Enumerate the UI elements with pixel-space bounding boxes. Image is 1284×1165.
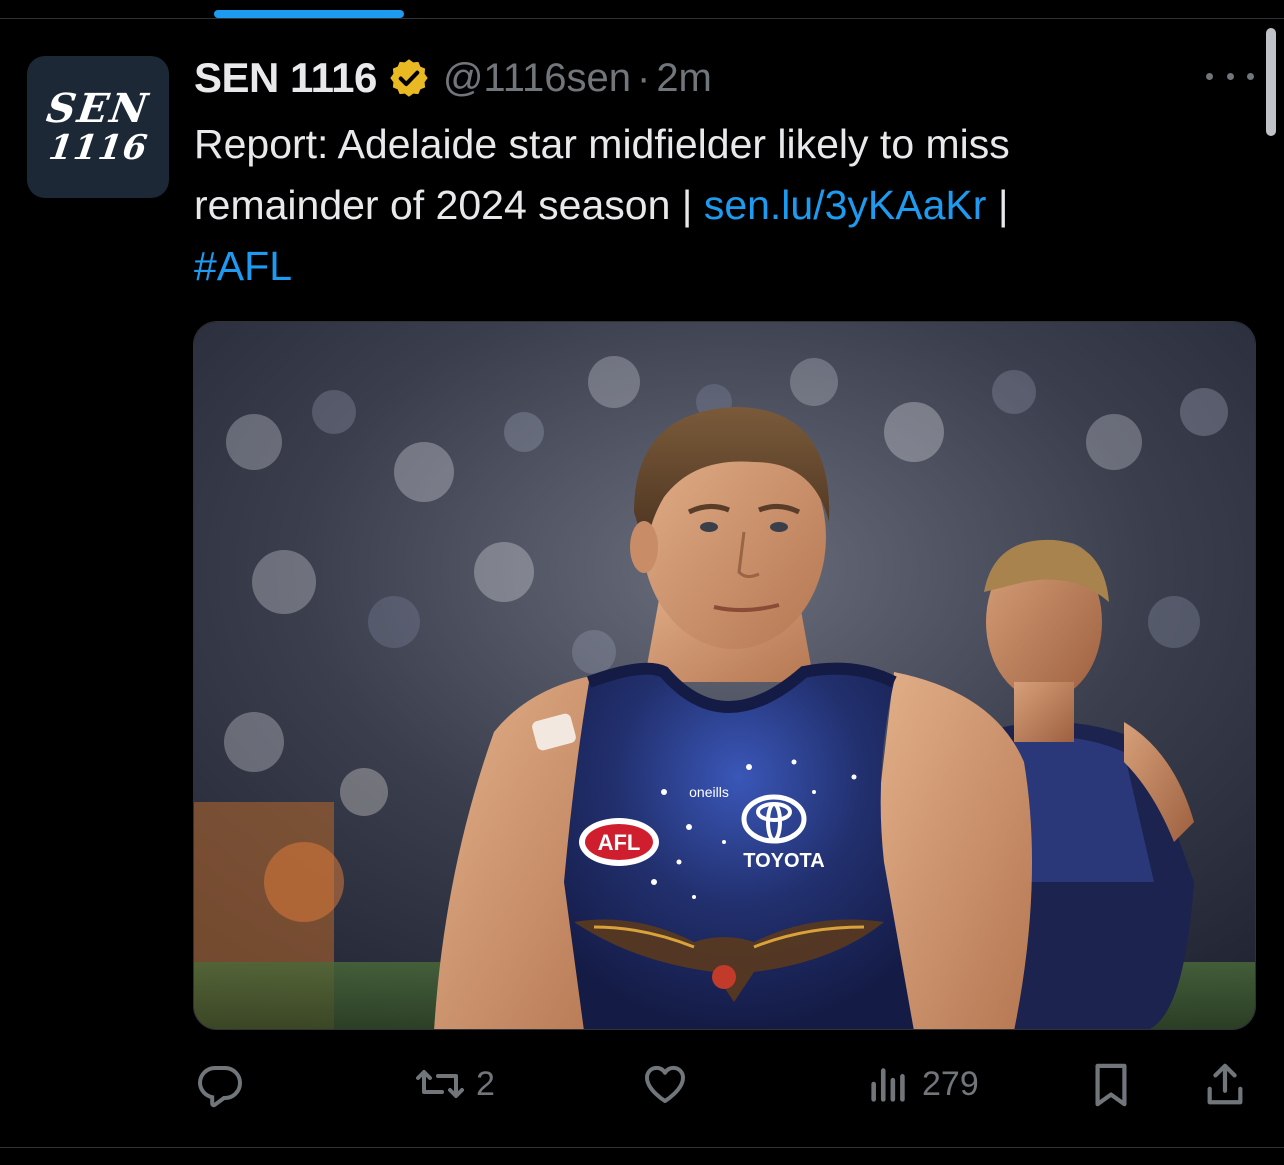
tweet-link[interactable]: sen.lu/3yKAaKr — [704, 182, 987, 228]
tab-indicator — [214, 10, 404, 18]
verified-badge-icon[interactable] — [387, 56, 431, 100]
avatar[interactable]: SEN 1116 — [27, 56, 169, 198]
tweet-text: Report: Adelaide star midfielder likely … — [194, 114, 1194, 297]
more-options-icon[interactable] — [1206, 62, 1254, 90]
like-button[interactable] — [640, 1060, 690, 1108]
retweet-icon — [414, 1060, 466, 1108]
separator-dot: · — [636, 55, 651, 100]
reply-button[interactable] — [196, 1060, 244, 1108]
tweet-media-image[interactable]: AFL TOYOTA oneills — [193, 321, 1256, 1030]
tweet-screen: SEN 1116 SEN 1116 @1116sen · 2m Report: … — [0, 0, 1284, 1165]
views-button[interactable]: 279 — [866, 1060, 979, 1108]
scrollbar[interactable] — [1266, 28, 1276, 136]
bookmark-button[interactable] — [1088, 1060, 1134, 1110]
bookmark-icon — [1088, 1060, 1134, 1110]
timestamp[interactable]: 2m — [656, 56, 712, 101]
bottom-divider — [0, 1147, 1284, 1148]
tweet-text-part2: | — [986, 182, 1009, 228]
toyota-sponsor-text: TOYOTA — [743, 850, 824, 872]
avatar-logo-line2: 1116 — [45, 128, 151, 168]
reply-icon — [196, 1060, 244, 1108]
retweet-button[interactable]: 2 — [414, 1060, 495, 1108]
views-count: 279 — [922, 1064, 979, 1103]
top-divider — [0, 18, 1284, 19]
hashtag-link[interactable]: #AFL — [194, 243, 292, 289]
avatar-logo-line1: SEN — [43, 85, 153, 132]
heart-icon — [640, 1060, 690, 1108]
afl-logo-text: AFL — [598, 830, 641, 855]
user-handle[interactable]: @1116sen — [443, 56, 631, 101]
tweet-header: SEN 1116 @1116sen · 2m — [194, 52, 712, 104]
views-icon — [866, 1060, 912, 1108]
share-icon — [1202, 1060, 1248, 1110]
oneills-brand-text: oneills — [689, 784, 729, 800]
retweet-count: 2 — [476, 1064, 495, 1103]
share-button[interactable] — [1202, 1060, 1248, 1110]
tweet-actions: 2 279 — [0, 1050, 1284, 1120]
display-name[interactable]: SEN 1116 — [194, 54, 377, 102]
